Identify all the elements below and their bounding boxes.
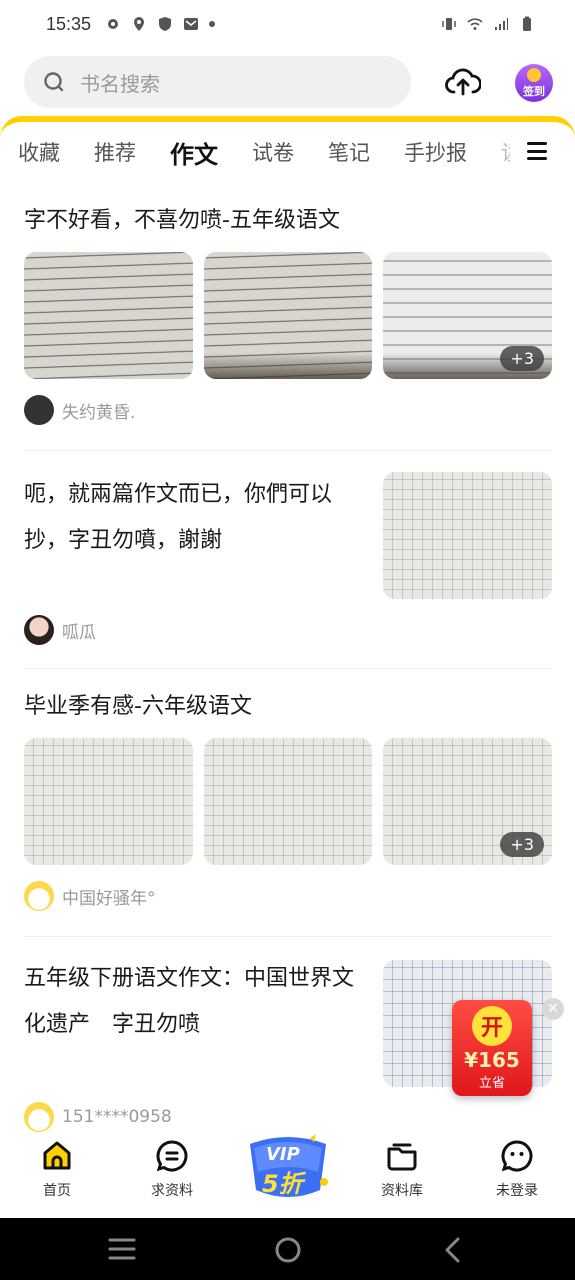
post-card[interactable]: 毕业季有感-六年级语文 +3 中国好骚年° <box>24 684 553 911</box>
wifi-icon <box>467 18 483 30</box>
tab-favorites[interactable]: 收藏 <box>18 137 60 167</box>
tab-notes[interactable]: 笔记 <box>328 137 370 167</box>
divider <box>24 936 552 937</box>
vibrate-icon <box>442 18 456 30</box>
search-placeholder: 书名搜索 <box>80 71 160 96</box>
author[interactable]: 151****0958 <box>24 1102 172 1132</box>
author[interactable]: 中国好骚年° <box>24 881 552 911</box>
shield-icon <box>159 17 172 31</box>
chat-icon <box>154 1138 190 1174</box>
post-card[interactable]: 字不好看，不喜勿喷-五年级语文 +3 失约黄昏. <box>24 198 553 425</box>
red-packet-label: 立省 <box>478 1075 505 1091</box>
post-image[interactable]: +3 <box>383 252 553 379</box>
cloud-upload-icon <box>445 68 481 96</box>
category-tabs: 收藏 推荐 作文 试卷 笔记 手抄报 读 <box>0 116 575 184</box>
status-bar: 15:35 <box>0 0 575 48</box>
post-images: +3 <box>24 252 553 379</box>
vip-label: VIP <box>266 1144 300 1165</box>
nav-request[interactable]: 求资料 <box>132 1138 212 1200</box>
post-image[interactable] <box>24 738 193 865</box>
upload-button[interactable] <box>444 62 482 100</box>
tab-reading[interactable]: 读 <box>501 137 510 167</box>
red-packet-open: 开 <box>472 1005 512 1046</box>
back-icon[interactable] <box>442 1236 462 1264</box>
author-name: 151****0958 <box>62 1107 172 1127</box>
folder-icon <box>384 1138 420 1174</box>
search-input[interactable]: 书名搜索 <box>24 56 411 108</box>
red-packet-amount: ¥165 <box>464 1047 520 1072</box>
red-packet-promo[interactable]: 开 ¥165 立省 <box>452 1000 532 1096</box>
author-name: 中国好骚年° <box>62 888 156 909</box>
vip-discount-label: 5折 <box>262 1170 303 1198</box>
tabs-menu-icon[interactable] <box>527 142 547 160</box>
tab-handwritten-posters[interactable]: 手抄报 <box>404 137 467 167</box>
mail-icon <box>184 18 199 30</box>
signin-button[interactable]: 签到 <box>515 64 553 102</box>
close-icon[interactable]: ✕ <box>542 998 564 1020</box>
post-image[interactable] <box>203 738 373 865</box>
nav-library-label: 资料库 <box>381 1183 423 1199</box>
signal-icon <box>495 18 508 30</box>
avatar <box>24 395 54 425</box>
more-images-badge: +3 <box>500 346 545 371</box>
tab-recommended[interactable]: 推荐 <box>94 137 136 167</box>
nav-request-label: 求资料 <box>151 1183 193 1199</box>
tab-exam-papers[interactable]: 试卷 <box>252 137 294 167</box>
more-images-badge: +3 <box>500 832 545 857</box>
battery-icon <box>523 16 531 31</box>
post-image[interactable] <box>383 472 552 599</box>
post-card[interactable]: 呃，就兩篇作文而已，你們可以抄，字丑勿噴，謝謝 呱瓜 <box>24 472 552 645</box>
divider <box>24 668 552 669</box>
tab-list: 收藏 推荐 作文 试卷 笔记 手抄报 读 <box>0 122 510 182</box>
vip-discount-button[interactable]: VIP 5折 <box>240 1132 336 1208</box>
home-icon <box>39 1138 75 1174</box>
divider <box>24 450 552 451</box>
nav-library[interactable]: 资料库 <box>362 1138 442 1200</box>
signin-label: 签到 <box>523 85 545 98</box>
avatar <box>24 881 54 911</box>
recent-apps-icon[interactable] <box>108 1236 136 1262</box>
post-images: +3 <box>24 738 553 865</box>
system-nav-bar <box>0 1218 575 1280</box>
post-image[interactable] <box>203 252 373 379</box>
face-icon <box>499 1138 535 1174</box>
nav-home[interactable]: 首页 <box>17 1138 97 1200</box>
status-time: 15:35 <box>46 13 92 34</box>
author-name: 呱瓜 <box>62 622 96 643</box>
author[interactable]: 呱瓜 <box>24 615 96 645</box>
bottom-nav: 首页 求资料 VIP 5折 资料库 未登录 <box>0 1132 575 1218</box>
search-icon <box>44 72 64 92</box>
tab-composition[interactable]: 作文 <box>170 135 218 172</box>
home-circle-icon[interactable] <box>274 1236 302 1264</box>
post-title: 字不好看，不喜勿喷-五年级语文 <box>24 208 340 233</box>
post-image[interactable]: +3 <box>383 738 553 865</box>
avatar <box>24 1102 54 1132</box>
post-image[interactable] <box>24 252 193 379</box>
dot-icon <box>209 21 216 27</box>
location-icon <box>134 17 145 31</box>
post-title: 毕业季有感-六年级语文 <box>24 694 252 719</box>
coin-icon <box>527 68 541 82</box>
nav-home-label: 首页 <box>43 1183 71 1199</box>
avatar <box>24 615 54 645</box>
search-row: 书名搜索 签到 <box>0 52 575 112</box>
settings-icon <box>108 19 119 29</box>
nav-profile-label: 未登录 <box>496 1183 538 1199</box>
author-name: 失约黄昏. <box>62 402 136 423</box>
author[interactable]: 失约黄昏. <box>24 395 552 425</box>
nav-profile[interactable]: 未登录 <box>477 1138 557 1200</box>
